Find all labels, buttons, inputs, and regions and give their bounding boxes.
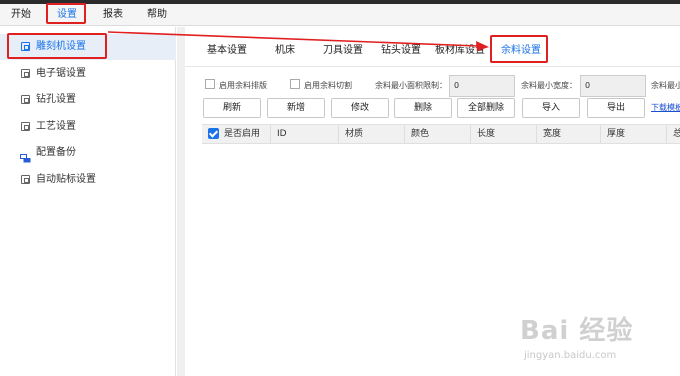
watermark-logo: Bai 经验: [520, 316, 634, 346]
watermark-url: jingyan.baidu.com: [524, 350, 617, 361]
watermark: Bai 经验 jingyan.baidu.com: [520, 310, 680, 376]
